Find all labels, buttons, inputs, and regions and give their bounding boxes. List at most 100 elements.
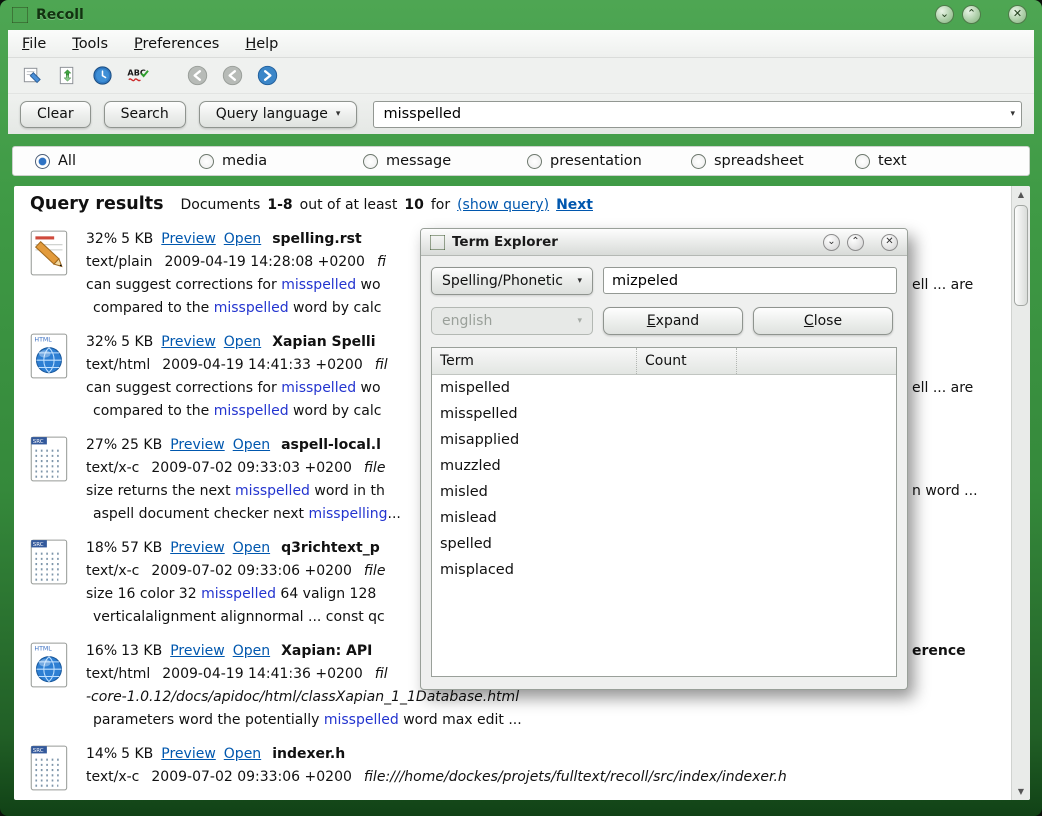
file-icon-source <box>22 537 78 629</box>
close-button[interactable]: Close <box>753 307 893 335</box>
go-first-icon <box>185 64 209 88</box>
filter-option-spreadsheet[interactable]: spreadsheet <box>691 153 855 169</box>
dialog-shade-button[interactable]: ⌄ <box>823 234 840 251</box>
doc-date: 2009-04-19 14:41:36 +0200 <box>162 666 363 682</box>
filter-label: text <box>878 153 907 169</box>
shade-button[interactable]: ⌄ <box>935 5 954 24</box>
term-input[interactable] <box>603 267 897 294</box>
term-row[interactable]: muzzled <box>432 453 896 479</box>
chevron-down-icon: ▾ <box>577 316 582 326</box>
preview-link[interactable]: Preview <box>170 540 225 556</box>
vertical-scrollbar[interactable]: ▲ ▼ <box>1011 186 1030 800</box>
doc-url: fil <box>375 357 388 373</box>
open-link[interactable]: Open <box>224 231 261 247</box>
scroll-up-icon[interactable]: ▲ <box>1012 186 1030 203</box>
open-link[interactable]: Open <box>224 334 261 350</box>
spellcheck-icon[interactable]: ABC <box>125 64 149 88</box>
query-input[interactable] <box>374 106 1010 122</box>
filter-option-text[interactable]: text <box>855 153 1019 169</box>
term-row[interactable]: misspelled <box>432 401 896 427</box>
doc-date: 2009-07-02 09:33:03 +0200 <box>151 460 352 476</box>
chevron-down-icon: ▾ <box>336 109 341 119</box>
query-combobox[interactable]: ▾ <box>373 101 1022 128</box>
file-size: 13 KB <box>121 643 162 659</box>
scrollbar-thumb[interactable] <box>1014 205 1028 306</box>
filter-option-all[interactable]: All <box>35 153 199 169</box>
results-header: Query results Documents 1-8 out of at le… <box>22 192 1011 218</box>
query-results-title: Query results <box>30 194 164 214</box>
docs-total: 10 <box>404 197 423 213</box>
expansion-mode-select[interactable]: Spelling/Phonetic ▾ <box>431 267 593 295</box>
clear-search-icon[interactable] <box>20 64 44 88</box>
file-icon-text <box>22 228 78 320</box>
next-page-link[interactable]: Next <box>556 197 593 213</box>
filter-option-message[interactable]: message <box>363 153 527 169</box>
menu-tools[interactable]: Tools <box>72 36 108 52</box>
open-link[interactable]: Open <box>233 540 270 556</box>
docs-word: Documents <box>181 197 261 213</box>
radio-icon <box>199 154 214 169</box>
filter-option-media[interactable]: media <box>199 153 363 169</box>
result-title: Xapian Spelli <box>272 334 375 350</box>
filter-label: spreadsheet <box>714 153 804 169</box>
preview-link[interactable]: Preview <box>161 334 216 350</box>
mime-type: text/x-c <box>86 460 139 476</box>
doc-url: file <box>364 460 386 476</box>
relevance-percent: 16% <box>86 643 117 659</box>
column-header-count: Count <box>637 348 737 374</box>
relevance-percent: 32% <box>86 231 117 247</box>
radio-icon <box>855 154 870 169</box>
preview-link[interactable]: Preview <box>161 231 216 247</box>
recoll-icon <box>12 7 28 23</box>
filter-bar: All media message presentation spreadshe… <box>12 146 1030 176</box>
preview-link[interactable]: Preview <box>161 746 216 762</box>
radio-icon <box>363 154 378 169</box>
open-link[interactable]: Open <box>233 643 270 659</box>
result-title: aspell-local.l <box>281 437 381 453</box>
result-title: indexer.h <box>272 746 345 762</box>
language-value: english <box>442 313 492 329</box>
menu-preferences[interactable]: Preferences <box>134 36 219 52</box>
search-row: Clear Search Query language▾ ▾ <box>8 94 1034 134</box>
dialog-close-button[interactable]: ✕ <box>881 234 898 251</box>
doc-date: 2009-04-19 14:28:08 +0200 <box>164 254 365 270</box>
chevron-down-icon[interactable]: ▾ <box>1010 109 1015 119</box>
file-size: 5 KB <box>121 231 153 247</box>
term-row[interactable]: misled <box>432 479 896 505</box>
term-row[interactable]: spelled <box>432 531 896 557</box>
update-index-icon[interactable] <box>55 64 79 88</box>
chevron-down-icon: ▾ <box>577 276 582 286</box>
menu-file[interactable]: File <box>22 36 46 52</box>
query-mode-select[interactable]: Query language▾ <box>199 101 358 128</box>
window-titlebar[interactable]: Recoll ⌄ ⌃ ✕ <box>0 0 1042 30</box>
term-row[interactable]: mispelled <box>432 375 896 401</box>
maximize-button[interactable]: ⌃ <box>962 5 981 24</box>
expansion-mode-value: Spelling/Phonetic <box>442 273 563 289</box>
close-button[interactable]: ✕ <box>1008 5 1027 24</box>
dialog-maximize-button[interactable]: ⌃ <box>847 234 864 251</box>
dialog-titlebar[interactable]: Term Explorer ⌄ ⌃ ✕ <box>421 229 907 256</box>
relevance-percent: 18% <box>86 540 117 556</box>
term-row[interactable]: mislead <box>432 505 896 531</box>
relevance-percent: 27% <box>86 437 117 453</box>
doc-date: 2009-07-02 09:33:06 +0200 <box>151 563 352 579</box>
preview-link[interactable]: Preview <box>170 643 225 659</box>
term-row[interactable]: misplaced <box>432 557 896 583</box>
preview-link[interactable]: Preview <box>170 437 225 453</box>
filter-option-presentation[interactable]: presentation <box>527 153 691 169</box>
open-link[interactable]: Open <box>224 746 261 762</box>
expand-button[interactable]: Expand <box>603 307 743 335</box>
result-body: 14%5 KBPreviewOpenindexer.h text/x-c2009… <box>86 743 1011 793</box>
go-next-icon[interactable] <box>255 64 279 88</box>
search-button[interactable]: Search <box>104 101 186 128</box>
open-link[interactable]: Open <box>233 437 270 453</box>
result-title: spelling.rst <box>272 231 361 247</box>
dialog-body: Spelling/Phonetic ▾ english ▾ Expand Close… <box>421 256 907 677</box>
dialog-row-2: english ▾ Expand Close <box>431 307 897 335</box>
history-icon[interactable] <box>90 64 114 88</box>
show-query-link[interactable]: (show query) <box>457 197 549 213</box>
menu-help[interactable]: Help <box>245 36 278 52</box>
term-row[interactable]: misapplied <box>432 427 896 453</box>
clear-button[interactable]: Clear <box>20 101 91 128</box>
scroll-down-icon[interactable]: ▼ <box>1012 783 1030 800</box>
